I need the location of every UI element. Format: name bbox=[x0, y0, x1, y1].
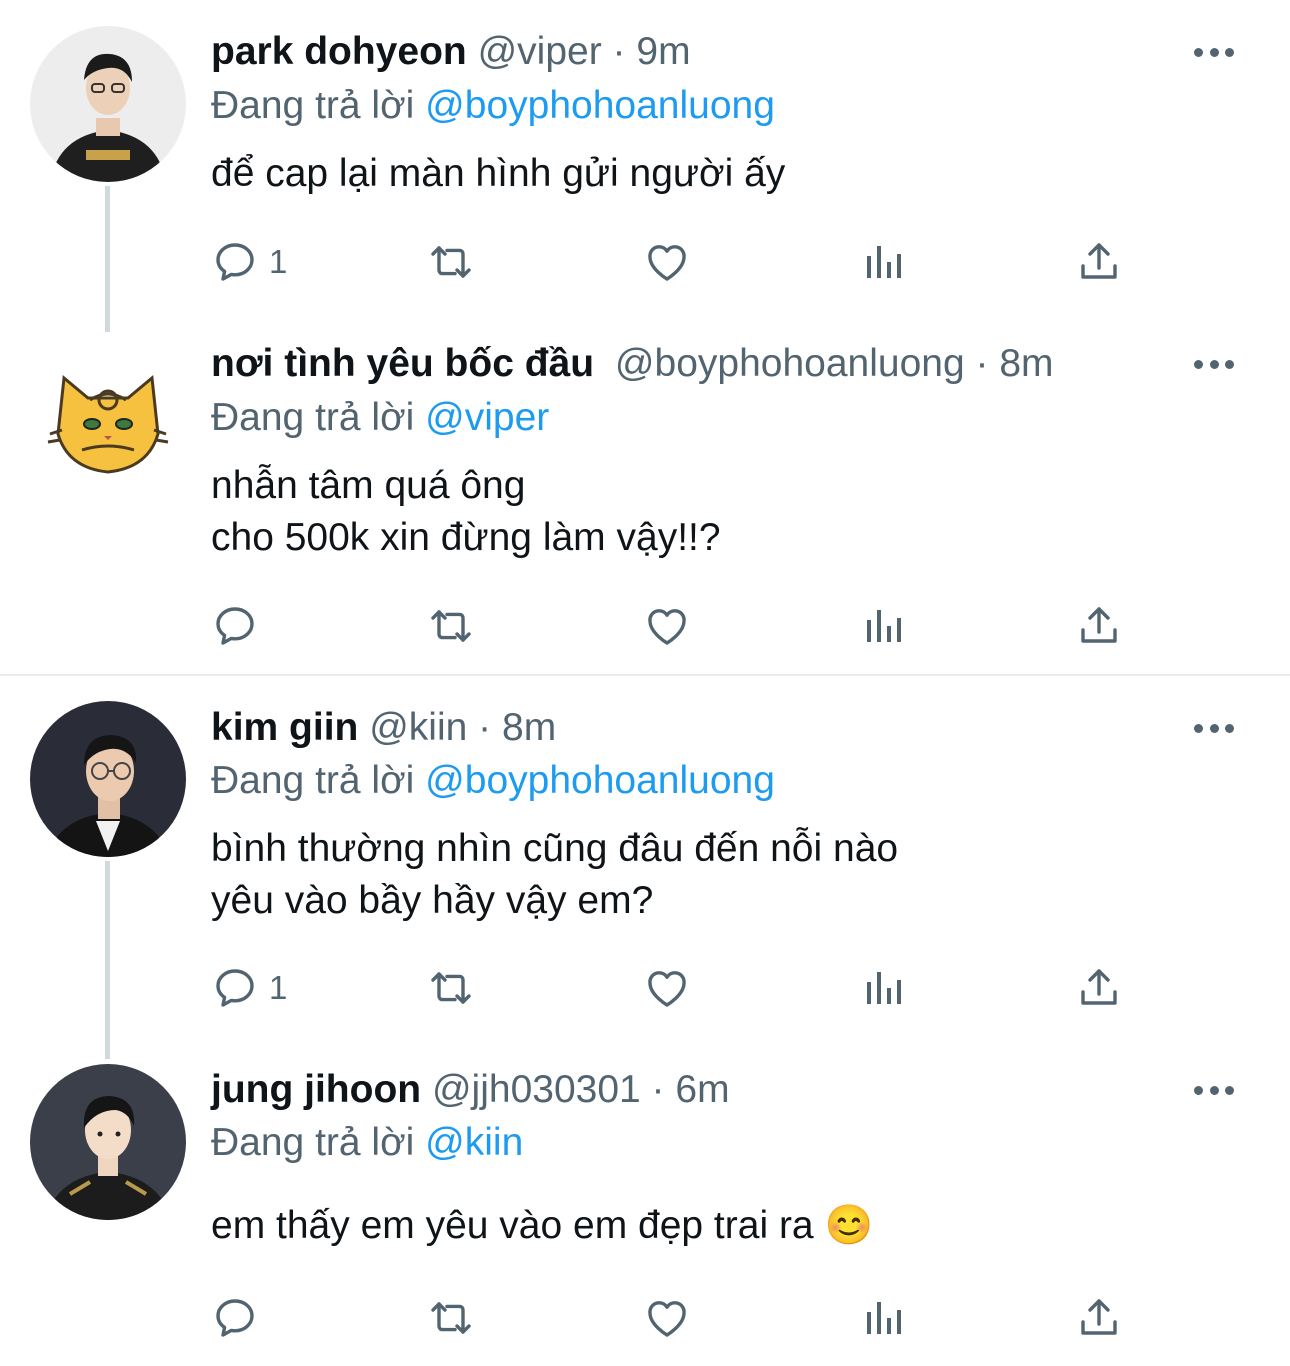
timestamp[interactable]: 6m bbox=[675, 1068, 729, 1111]
like-button[interactable] bbox=[643, 1290, 691, 1346]
views-button[interactable] bbox=[859, 1290, 907, 1346]
reply-button[interactable] bbox=[211, 1290, 269, 1346]
thread-line bbox=[105, 186, 110, 332]
timestamp[interactable]: 9m bbox=[636, 30, 690, 73]
replying-to: Đang trả lời @boyphohoanluong bbox=[211, 80, 775, 132]
like-icon bbox=[648, 1301, 686, 1337]
more-icon[interactable] bbox=[1194, 1078, 1234, 1102]
avatar[interactable] bbox=[30, 26, 186, 182]
share-icon bbox=[1081, 969, 1117, 1005]
retweet-button[interactable] bbox=[427, 960, 475, 1016]
like-icon bbox=[648, 971, 686, 1007]
separator-dot: · bbox=[651, 1068, 665, 1111]
more-icon[interactable] bbox=[1194, 40, 1234, 64]
like-button[interactable] bbox=[643, 234, 691, 290]
retweet-icon bbox=[431, 972, 471, 1004]
tweet-text: bình thường nhìn cũng đâu đến nỗi nào yê… bbox=[211, 827, 899, 922]
share-icon bbox=[1081, 607, 1117, 643]
like-icon bbox=[648, 245, 686, 281]
retweet-button[interactable] bbox=[427, 598, 475, 654]
replying-to-label: Đang trả lời bbox=[211, 84, 415, 127]
replying-to: Đang trả lời @viper bbox=[211, 392, 549, 444]
tweet-text: em thấy em yêu vào em đẹp trai ra 😊 bbox=[211, 1204, 874, 1247]
timestamp[interactable]: 8m bbox=[999, 342, 1053, 385]
share-button[interactable] bbox=[1075, 234, 1123, 290]
action-bar: 1 bbox=[211, 960, 1131, 1016]
reply-count: 1 bbox=[269, 969, 288, 1006]
replying-to-mention[interactable]: @kiin bbox=[425, 1121, 523, 1164]
tweet-header: jung jihoon @jjh030301 · 6m bbox=[211, 1060, 730, 1120]
separator-dot: · bbox=[612, 30, 626, 73]
display-name[interactable]: kim giin bbox=[211, 706, 358, 749]
display-name[interactable]: jung jihoon bbox=[211, 1068, 421, 1111]
replying-to-mention[interactable]: @viper bbox=[425, 396, 549, 439]
reply-icon bbox=[216, 243, 254, 281]
avatar[interactable] bbox=[30, 701, 186, 857]
handle[interactable]: @jjh030301 bbox=[432, 1068, 641, 1111]
replying-to-label: Đang trả lời bbox=[211, 759, 415, 802]
action-bar: 1 bbox=[211, 234, 1131, 290]
retweet-button[interactable] bbox=[427, 1290, 475, 1346]
replying-to-mention[interactable]: @boyphohoanluong bbox=[425, 759, 775, 802]
views-icon bbox=[867, 1302, 901, 1334]
conversation-divider bbox=[0, 674, 1290, 676]
avatar[interactable] bbox=[30, 1064, 186, 1220]
like-icon bbox=[648, 609, 686, 645]
tweet-text: để cap lại màn hình gửi người ấy bbox=[211, 152, 786, 195]
share-icon bbox=[1081, 243, 1117, 279]
reply-button[interactable]: 1 bbox=[211, 234, 287, 290]
like-button[interactable] bbox=[643, 960, 691, 1016]
more-icon[interactable] bbox=[1194, 716, 1234, 740]
separator-dot: · bbox=[478, 706, 492, 749]
display-name[interactable]: nơi tình yêu bốc đầu bbox=[211, 342, 594, 385]
views-button[interactable] bbox=[859, 598, 907, 654]
tweet-header: kim giin @kiin · 8m bbox=[211, 698, 556, 758]
share-button[interactable] bbox=[1075, 960, 1123, 1016]
reply-icon bbox=[216, 969, 254, 1007]
handle[interactable]: @kiin bbox=[369, 706, 467, 749]
share-icon bbox=[1081, 1299, 1117, 1335]
thread-line bbox=[105, 861, 110, 1059]
action-bar bbox=[211, 598, 1131, 654]
share-button[interactable] bbox=[1075, 1290, 1123, 1346]
views-icon bbox=[867, 972, 901, 1004]
share-button[interactable] bbox=[1075, 598, 1123, 654]
views-icon bbox=[867, 610, 901, 642]
more-icon[interactable] bbox=[1194, 352, 1234, 376]
views-button[interactable] bbox=[859, 234, 907, 290]
replying-to-label: Đang trả lời bbox=[211, 396, 415, 439]
like-button[interactable] bbox=[643, 598, 691, 654]
views-button[interactable] bbox=[859, 960, 907, 1016]
action-bar bbox=[211, 1290, 1131, 1346]
reply-count: 1 bbox=[269, 243, 288, 280]
replying-to: Đang trả lời @kiin bbox=[211, 1117, 523, 1169]
display-name[interactable]: park dohyeon bbox=[211, 30, 467, 73]
tweet-header: nơi tình yêu bốc đầu @boyphohoanluong · … bbox=[211, 334, 1054, 394]
separator-dot: · bbox=[975, 342, 989, 385]
reply-icon bbox=[216, 607, 254, 645]
handle[interactable]: @boyphohoanluong bbox=[615, 342, 965, 385]
replying-to-mention[interactable]: @boyphohoanluong bbox=[425, 84, 775, 127]
views-icon bbox=[867, 246, 901, 278]
timestamp[interactable]: 8m bbox=[502, 706, 556, 749]
retweet-icon bbox=[431, 1302, 471, 1334]
tweet-text: nhẫn tâm quá ông cho 500k xin đừng làm v… bbox=[211, 464, 721, 559]
handle[interactable]: @viper bbox=[478, 30, 602, 73]
retweet-icon bbox=[431, 246, 471, 278]
avatar[interactable] bbox=[30, 338, 186, 494]
replying-to-label: Đang trả lời bbox=[211, 1121, 415, 1164]
replying-to: Đang trả lời @boyphohoanluong bbox=[211, 755, 775, 807]
reply-button[interactable]: 1 bbox=[211, 960, 287, 1016]
reply-button[interactable] bbox=[211, 598, 269, 654]
reply-icon bbox=[216, 1299, 254, 1337]
retweet-button[interactable] bbox=[427, 234, 475, 290]
tweet-header: park dohyeon @viper · 9m bbox=[211, 22, 691, 82]
retweet-icon bbox=[431, 610, 471, 642]
